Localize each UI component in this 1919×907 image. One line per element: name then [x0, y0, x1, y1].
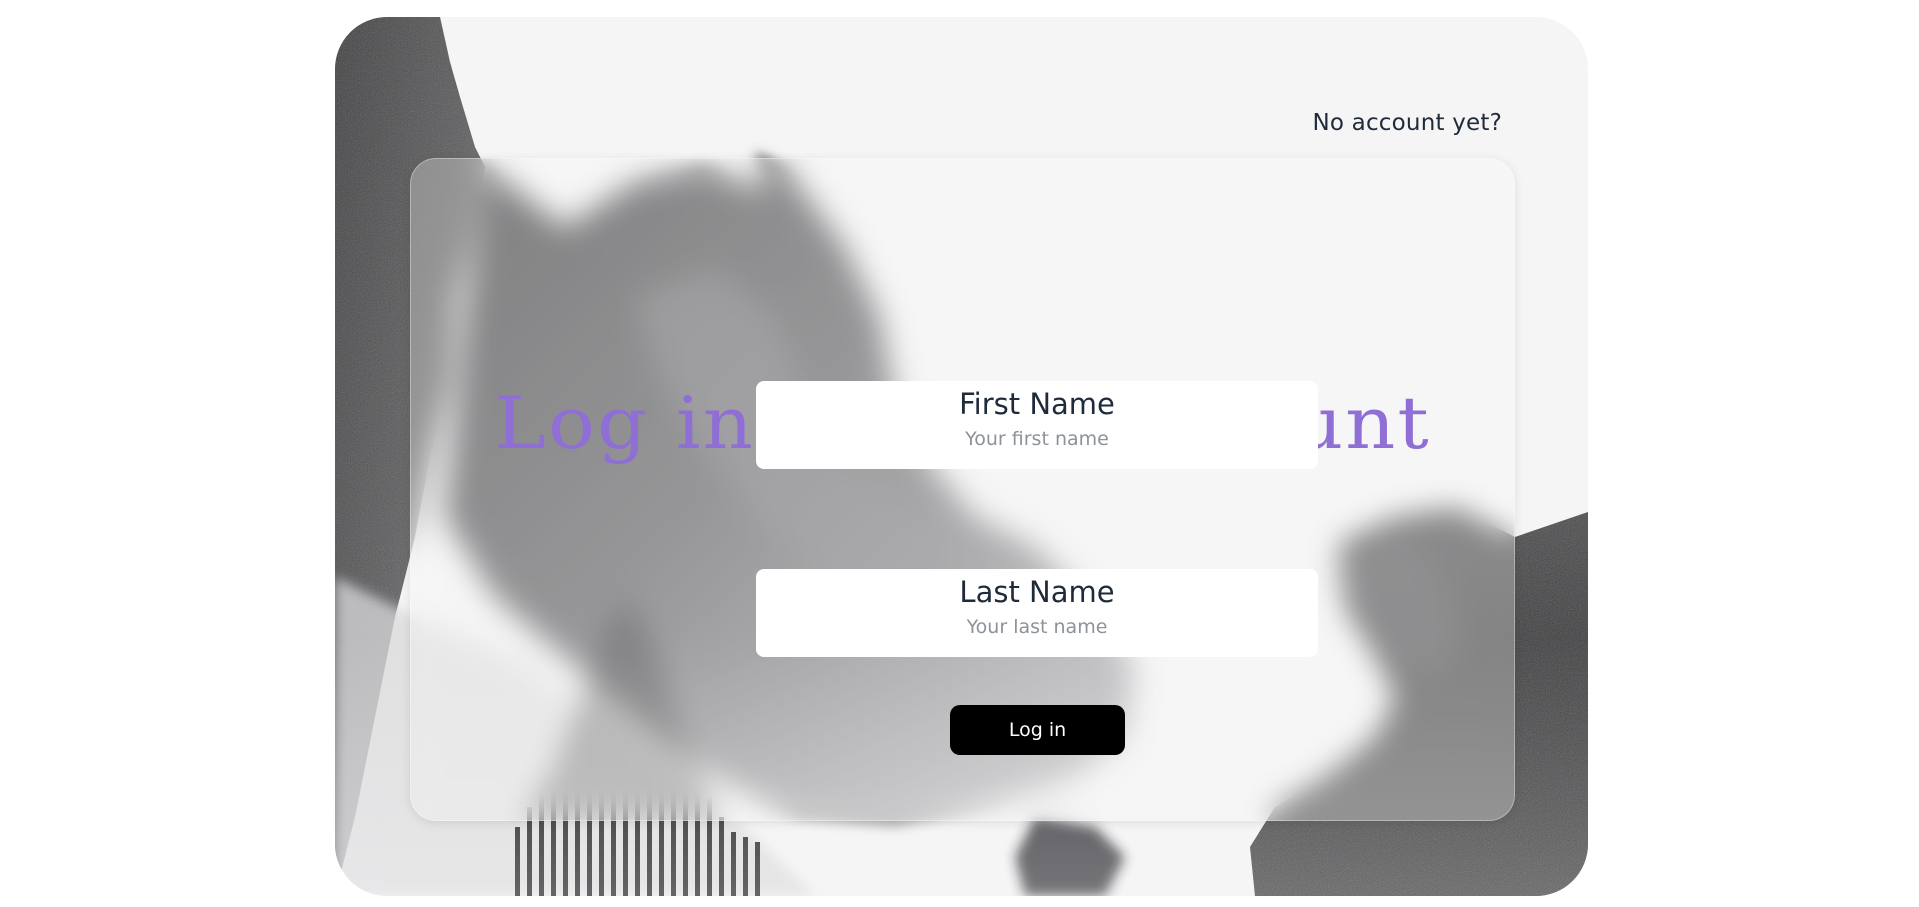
last-name-field: Last Name [756, 569, 1318, 657]
login-button[interactable]: Log in [950, 705, 1125, 755]
last-name-label: Last Name [959, 575, 1115, 609]
login-card: No account yet? Log in to your account F… [335, 17, 1588, 896]
no-account-link[interactable]: No account yet? [1312, 110, 1502, 136]
login-form-panel: Log in to your account First Name Last N… [410, 158, 1515, 821]
page: No account yet? Log in to your account F… [0, 0, 1919, 907]
first-name-label: First Name [959, 387, 1115, 421]
first-name-input[interactable] [777, 428, 1297, 450]
last-name-input[interactable] [777, 616, 1297, 638]
first-name-field: First Name [756, 381, 1318, 469]
